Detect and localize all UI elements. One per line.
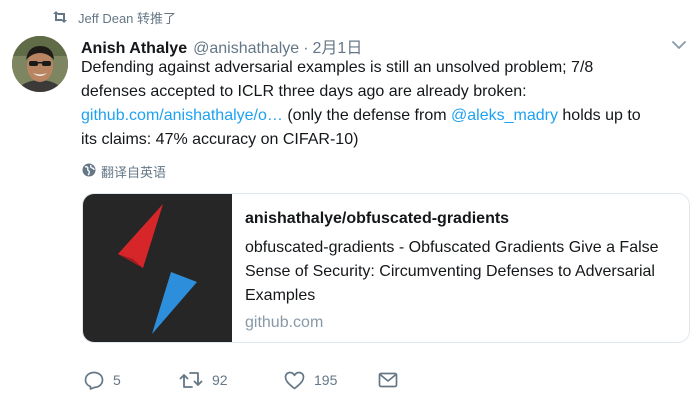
tweet-text-line: its claims: 47% accuracy on CIFAR-10) (81, 131, 359, 148)
direct-message-button[interactable] (378, 372, 398, 388)
tweet-actions: 5 92 195 (84, 368, 398, 392)
tweet-text-segment: holds up to (557, 107, 641, 124)
tweet-text-segment: (only the defense from (282, 107, 451, 124)
globe-icon (82, 163, 96, 180)
card-title: anishathalye/obfuscated-gradients (245, 210, 510, 227)
tweet-text-line: Defending against adversarial examples i… (81, 59, 594, 76)
chevron-down-icon[interactable] (671, 38, 687, 52)
avatar[interactable] (12, 36, 68, 92)
retweet-indicator: Jeff Dean 转推了 (52, 6, 176, 28)
card-body: anishathalye/obfuscated-gradients obfusc… (232, 194, 689, 342)
heart-icon (284, 371, 305, 390)
translate-label[interactable]: 翻译自英语 (101, 162, 166, 181)
tweet-link[interactable]: github.com/anishathalye/o… (81, 107, 283, 124)
reply-button[interactable]: 5 (84, 371, 179, 390)
envelope-icon (378, 372, 398, 388)
mention-link[interactable]: @aleks_madry (451, 107, 558, 124)
tweet-text-line: defenses accepted to ICLR three days ago… (81, 83, 527, 100)
lightning-logo-icon (118, 204, 197, 334)
like-button[interactable]: 195 (284, 371, 378, 390)
tweet-text: Defending against adversarial examples i… (81, 56, 693, 152)
retweet-button[interactable]: 92 (179, 371, 284, 389)
card-description: obfuscated-gradients - Obfuscated Gradie… (245, 239, 659, 304)
reply-count: 5 (113, 372, 121, 388)
retweeted-by-label[interactable]: Jeff Dean 转推了 (78, 8, 176, 27)
link-card[interactable]: anishathalye/obfuscated-gradients obfusc… (82, 193, 690, 343)
card-domain: github.com (245, 314, 324, 331)
tweet-date[interactable]: 2月1日 (313, 34, 363, 58)
like-count: 195 (314, 372, 338, 388)
tweet-header: Anish Athalye @anishathalye · 2月1日 (81, 34, 363, 58)
reply-icon (84, 371, 104, 390)
tweet-text-line: github.com/anishathalye/o… (only the def… (81, 104, 693, 128)
retweet-icon (179, 371, 203, 389)
retweet-count: 92 (212, 372, 228, 388)
translate-tweet[interactable]: 翻译自英语 (82, 161, 166, 181)
retweet-icon (52, 11, 68, 23)
card-image (83, 194, 232, 342)
